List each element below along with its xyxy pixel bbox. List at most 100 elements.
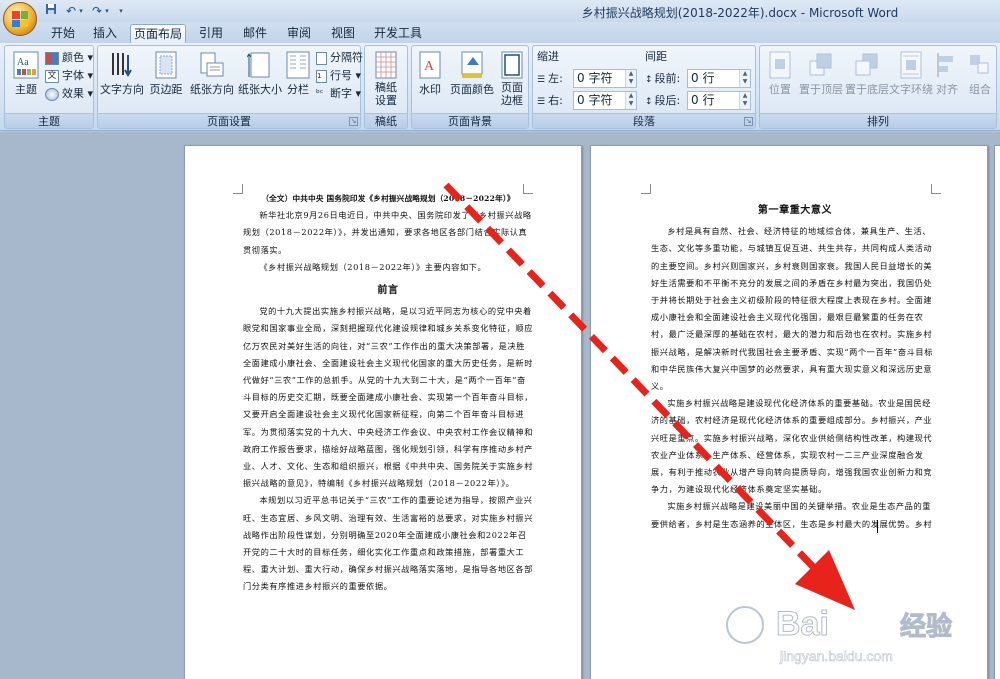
spacing-after-input[interactable]: 0 行 ▲ ▼ <box>687 91 751 110</box>
page-borders-button[interactable]: 页面边框 <box>496 50 528 108</box>
spacing-after-label: ↕ 段后: <box>645 94 681 107</box>
undo-dropdown-icon[interactable]: ▾ <box>76 3 86 19</box>
arrange-group: 位置 置于顶层 置于底层 文字环绕 对齐 组合 排列 <box>759 45 997 129</box>
tab-references[interactable]: 引用 <box>194 24 228 43</box>
page-color-button[interactable]: 页面颜色 <box>448 50 496 108</box>
watermark-label: 水印 <box>419 83 441 96</box>
document-workspace[interactable]: （全文）中共中央 国务院印发《乡村振兴战略规划（2018－2022年）》 新华社… <box>0 132 1000 679</box>
orientation-label: 纸张方向 <box>190 83 234 96</box>
theme-colors-button[interactable]: 颜色 ▾ <box>45 49 93 66</box>
align-label: 对齐 <box>936 83 958 96</box>
bring-to-front-button[interactable]: 置于顶层 <box>798 50 844 108</box>
indent-right-label: ☰ 右: <box>537 94 563 107</box>
draft-group-label: 稿纸 <box>365 113 407 128</box>
indent-left-input[interactable]: 0 字符 ▲ ▼ <box>573 69 637 88</box>
title-bar: ↶ ▾ ↷ ▾ ▾ 乡村振兴战略规划(2018-2022年).docx - Mi… <box>0 0 1000 22</box>
hyphenation-icon: ᵇᶜ <box>316 88 324 99</box>
tab-view[interactable]: 视图 <box>326 24 360 43</box>
spacing-before-label: ↕ 段前: <box>645 72 681 85</box>
indent-right-input[interactable]: 0 字符 ▲ ▼ <box>573 91 637 110</box>
themes-label: 主题 <box>15 83 37 96</box>
send-to-back-label: 置于底层 <box>845 83 889 96</box>
group-button[interactable]: 组合 <box>964 50 996 108</box>
page-background-group: A 水印 页面颜色 页面边框 页面背景 <box>411 45 529 129</box>
office-logo-icon <box>12 11 28 27</box>
paragraph-group: 缩进 间距 ☰ 左: 0 字符 ▲ ▼ ☰ 右: 0 字符 ▲ ▼ ↕ 段前: 0 行 ▲ ▼ ↕… <box>532 45 756 129</box>
tab-insert[interactable]: 插入 <box>88 24 122 43</box>
customize-icon[interactable]: ▾ <box>116 3 126 19</box>
indent-left-label: ☰ 左: <box>537 72 563 85</box>
paragraph-group-label: 段落 <box>533 113 755 128</box>
align-icon <box>934 51 960 79</box>
watermark-icon: A <box>417 51 443 79</box>
spinner-arrows-icon[interactable]: ▲ ▼ <box>625 92 636 109</box>
ribbon: Aa 主题 颜色 ▾ 文字体 ▾ 效果 ▾ 主题 文字方向 页边距 纸张方向 纸… <box>0 43 1000 131</box>
send-to-back-icon <box>854 51 880 79</box>
page-size-label: 纸张大小 <box>238 83 282 96</box>
hyphenation-button[interactable]: ᵇᶜ 断字 ▾ <box>316 85 361 102</box>
theme-fonts-label: 字体 <box>62 69 84 82</box>
ribbon-tab-bar: 开始 插入 页面布局 引用 邮件 审阅 视图 开发工具 <box>0 22 1000 43</box>
themes-button[interactable]: Aa 主题 <box>7 50 45 108</box>
effects-icon <box>45 87 59 101</box>
tab-home[interactable]: 开始 <box>46 24 80 43</box>
spinner-arrows-icon[interactable]: ▲ ▼ <box>625 70 636 87</box>
indent-left-value: 0 字符 <box>577 71 613 85</box>
size-button[interactable]: 纸张大小 <box>236 50 284 108</box>
group-icon <box>967 51 993 79</box>
group-label: 组合 <box>969 83 991 96</box>
page-setup-group-label: 页面设置 <box>98 113 360 128</box>
page-color-label: 页面颜色 <box>450 83 494 96</box>
page-setup-launcher-icon[interactable]: ↘ <box>349 117 358 126</box>
indent-right-value: 0 字符 <box>577 93 613 107</box>
watermark-button[interactable]: A 水印 <box>412 50 448 108</box>
position-label: 位置 <box>769 83 791 96</box>
margins-label: 页边距 <box>149 83 183 96</box>
margins-button[interactable]: 页边距 <box>144 50 188 108</box>
theme-fonts-button[interactable]: 文字体 ▾ <box>45 67 93 84</box>
theme-effects-label: 效果 <box>62 87 84 100</box>
tab-mailings[interactable]: 邮件 <box>238 24 272 43</box>
paragraph-launcher-icon[interactable]: ↘ <box>744 117 753 126</box>
redo-dropdown-icon[interactable]: ▾ <box>102 3 112 19</box>
send-to-back-button[interactable]: 置于底层 <box>844 50 890 108</box>
draft-paper-group: 稿纸设置 稿纸 <box>364 45 408 129</box>
columns-button[interactable]: 分栏 <box>280 50 316 108</box>
line-numbers-label: 行号 <box>330 69 352 82</box>
spacing-after-value: 0 行 <box>691 93 715 107</box>
page-borders-label: 页面边框 <box>501 81 523 107</box>
align-button[interactable]: 对齐 <box>932 50 962 108</box>
draft-settings-button[interactable]: 稿纸设置 <box>365 50 407 108</box>
columns-icon <box>285 51 311 79</box>
text-wrapping-icon <box>898 51 924 79</box>
indent-right-icon: ☰ <box>537 97 546 107</box>
orientation-button[interactable]: 纸张方向 <box>188 50 236 108</box>
draft-settings-label: 稿纸设置 <box>375 81 397 107</box>
spinner-arrows-icon[interactable]: ▲ ▼ <box>739 92 750 109</box>
text-direction-icon <box>109 51 135 79</box>
position-button[interactable]: 位置 <box>760 50 800 108</box>
spacing-before-input[interactable]: 0 行 ▲ ▼ <box>687 69 751 88</box>
save-icon[interactable] <box>42 3 60 19</box>
orientation-icon <box>199 51 225 79</box>
hyphenation-label: 断字 <box>330 87 352 100</box>
page-setup-group: 文字方向 页边距 纸张方向 纸张大小 分栏 分隔符 ▾ 1行号 <box>97 45 372 129</box>
window-title: 乡村振兴战略规划(2018-2022年).docx - Microsoft Wo… <box>581 6 899 20</box>
tab-developer[interactable]: 开发工具 <box>370 24 426 43</box>
office-button[interactable] <box>3 2 37 36</box>
text-wrapping-button[interactable]: 文字环绕 <box>888 50 934 108</box>
themes-group: Aa 主题 颜色 ▾ 文字体 ▾ 效果 ▾ 主题 <box>4 45 94 129</box>
svg-text:Aa: Aa <box>17 57 29 68</box>
spacing-after-icon: ↕ <box>645 97 653 107</box>
theme-effects-button[interactable]: 效果 ▾ <box>45 85 93 102</box>
indent-header: 缩进 <box>537 50 559 63</box>
tab-page-layout[interactable]: 页面布局 <box>130 24 186 43</box>
line-numbers-button[interactable]: 1 行号 ▾ <box>316 67 361 84</box>
text-direction-button[interactable]: 文字方向 <box>100 50 144 108</box>
breaks-label: 分隔符 <box>330 51 363 64</box>
tab-review[interactable]: 审阅 <box>282 24 316 43</box>
page-size-icon <box>246 51 273 79</box>
svg-text:A: A <box>424 59 435 74</box>
spinner-arrows-icon[interactable]: ▲ ▼ <box>739 70 750 87</box>
draft-paper-icon <box>373 51 399 79</box>
